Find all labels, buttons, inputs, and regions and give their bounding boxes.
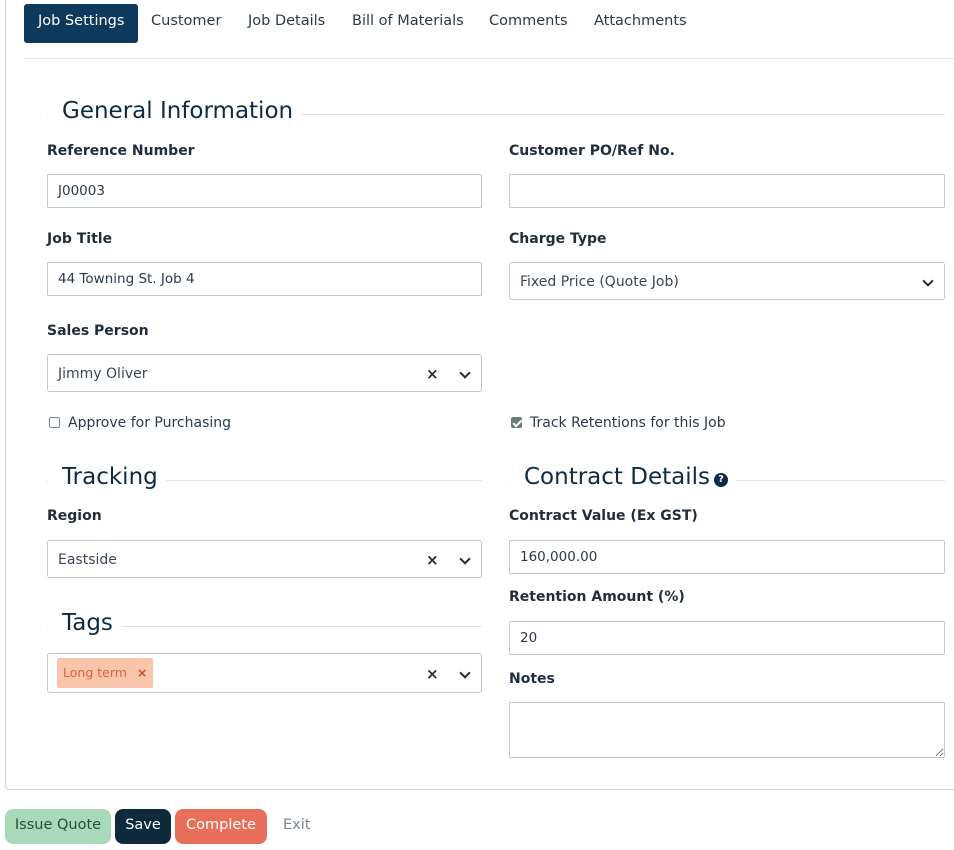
sales-person-value: Jimmy Oliver <box>58 366 148 382</box>
tab-job-settings[interactable]: Job Settings <box>24 4 139 43</box>
save-button[interactable]: Save <box>115 809 171 844</box>
contract-title-row: Contract Details? <box>510 462 736 492</box>
approve-purchasing-checkbox[interactable] <box>49 417 60 428</box>
tag-chip: Long term × <box>57 658 154 688</box>
notes-label: Notes <box>509 671 555 687</box>
tabs-divider <box>24 58 954 59</box>
customer-po-label: Customer PO/Ref No. <box>509 143 675 159</box>
track-retentions-row: Track Retentions for this Job <box>511 415 726 431</box>
reference-number-input[interactable]: J00003 <box>47 174 482 208</box>
reference-number-label: Reference Number <box>47 143 195 159</box>
retention-amount-input[interactable]: 20 <box>509 621 945 655</box>
tags-select[interactable]: Long term × × <box>47 653 482 693</box>
approve-purchasing-label: Approve for Purchasing <box>68 415 232 431</box>
tab-job-details[interactable]: Job Details <box>248 4 325 43</box>
tags-title: Tags <box>48 608 121 638</box>
tab-bill-of-materials[interactable]: Bill of Materials <box>352 4 464 43</box>
exit-link[interactable]: Exit <box>283 809 313 844</box>
chevron-down-icon[interactable] <box>459 367 471 379</box>
region-label: Region <box>47 508 102 524</box>
chevron-down-icon[interactable] <box>459 553 471 565</box>
charge-type-label: Charge Type <box>509 231 607 247</box>
approve-purchasing-row: Approve for Purchasing <box>49 415 231 431</box>
clear-icon[interactable]: × <box>426 359 439 389</box>
chevron-down-icon[interactable] <box>459 667 471 679</box>
sales-person-select[interactable]: Jimmy Oliver × <box>47 354 482 392</box>
clear-icon[interactable]: × <box>426 545 439 575</box>
region-select[interactable]: Eastside × <box>47 540 482 578</box>
tab-comments[interactable]: Comments <box>489 4 568 43</box>
region-value: Eastside <box>58 552 117 568</box>
issue-quote-button[interactable]: Issue Quote <box>5 809 111 844</box>
job-title-label: Job Title <box>47 231 113 247</box>
notes-textarea[interactable] <box>509 702 945 758</box>
clear-icon[interactable]: × <box>426 659 439 689</box>
complete-button[interactable]: Complete <box>175 809 267 844</box>
tab-attachments[interactable]: Attachments <box>594 4 687 43</box>
retention-amount-label: Retention Amount (%) <box>509 589 685 605</box>
contract-details-title: Contract Details <box>524 464 710 490</box>
tag-label: Long term <box>63 665 127 680</box>
general-info-title: General Information <box>48 96 302 126</box>
contract-value-label: Contract Value (Ex GST) <box>509 508 698 524</box>
track-retentions-checkbox[interactable] <box>511 417 522 428</box>
track-retentions-label: Track Retentions for this Job <box>530 415 726 431</box>
customer-po-input[interactable] <box>509 174 945 208</box>
chevron-down-icon <box>922 275 934 287</box>
charge-type-select[interactable]: Fixed Price (Quote Job) <box>509 262 945 300</box>
contract-value-input[interactable]: 160,000.00 <box>509 540 945 574</box>
sales-person-label: Sales Person <box>47 323 149 339</box>
charge-type-value: Fixed Price (Quote Job) <box>520 274 679 290</box>
tracking-title: Tracking <box>48 462 166 492</box>
tag-remove-icon[interactable]: × <box>137 665 147 680</box>
job-title-input[interactable]: 44 Towning St. Job 4 <box>47 262 482 296</box>
help-icon[interactable]: ? <box>714 473 728 487</box>
tab-customer[interactable]: Customer <box>151 4 221 43</box>
